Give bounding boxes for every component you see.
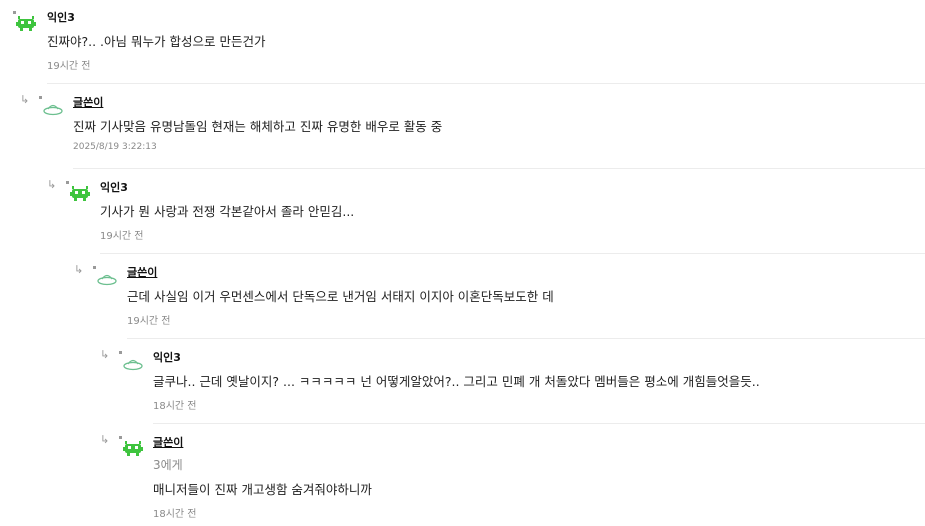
reply-arrow-icon: ↳	[47, 178, 57, 191]
comment-divider	[73, 168, 925, 169]
comment-nickname[interactable]: 익인3	[100, 179, 128, 195]
comment-nickname[interactable]: 익인3	[47, 9, 75, 25]
reply-mention: 3에게	[153, 458, 183, 472]
comment-divider	[100, 253, 925, 254]
comment-timestamp: 19시간 전	[100, 231, 144, 242]
green-monster-icon	[123, 441, 143, 456]
marker-dot	[39, 96, 42, 99]
marker-dot	[13, 11, 16, 14]
comment-divider	[47, 83, 925, 84]
green-monster-icon	[16, 16, 36, 31]
ufo-icon	[97, 274, 117, 286]
comment-text: 진짜야?.. .아님 뭐누가 합성으로 만든건가	[47, 34, 266, 49]
comment-reply: ↳ 글쓴이 근데 사실임 이거 우먼센스에서 단독으로 낸거임 서태지 이지아 …	[74, 255, 925, 339]
marker-dot	[66, 181, 69, 184]
reply-arrow-icon: ↳	[74, 263, 84, 276]
marker-dot	[93, 266, 96, 269]
comment-text: 매니저들이 진짜 개고생함 숨겨줘야하니까	[153, 482, 372, 497]
comment-reply: ↳ 글쓴이 진짜 기사맞음 유명남돌임 현재는 해체하고 진짜 유명한 배우로 …	[20, 85, 925, 169]
comment-text: 진짜 기사맞음 유명남돌임 현재는 해체하고 진짜 유명한 배우로 활동 중	[73, 119, 443, 134]
ufo-icon	[43, 104, 63, 116]
comment-timestamp: 18시간 전	[153, 509, 197, 520]
comment-divider	[127, 338, 925, 339]
reply-arrow-icon: ↳	[100, 348, 110, 361]
green-monster-icon	[70, 186, 90, 201]
comment-timestamp: 2025/8/19 3:22:13	[73, 142, 157, 152]
comment-reply: ↳ 익인3 기사가 뭔 사랑과 전쟁 각본같아서 졸라 안믿김... 19시간 …	[47, 170, 925, 254]
marker-dot	[119, 351, 122, 354]
comment-timestamp: 19시간 전	[127, 316, 171, 327]
comment-nickname[interactable]: 글쓴이	[153, 434, 183, 450]
comment-reply: ↳ 익인3 글쿠나.. 근데 옛날이지? ... ㅋㅋㅋㅋㅋ 넌 어떻게알았어?…	[100, 340, 925, 424]
comment-item: 익인3 진짜야?.. .아님 뭐누가 합성으로 만든건가 19시간 전	[10, 0, 925, 84]
marker-dot	[119, 436, 122, 439]
comment-text: 근데 사실임 이거 우먼센스에서 단독으로 낸거임 서태지 이지아 이혼단독보도…	[127, 289, 554, 304]
comment-nickname[interactable]: 글쓴이	[127, 264, 157, 280]
reply-arrow-icon: ↳	[20, 93, 30, 106]
comment-timestamp: 18시간 전	[153, 401, 197, 412]
ufo-icon	[123, 359, 143, 371]
comment-divider	[153, 423, 925, 424]
reply-arrow-icon: ↳	[100, 433, 110, 446]
comment-timestamp: 19시간 전	[47, 61, 91, 72]
comment-nickname[interactable]: 익인3	[153, 349, 181, 365]
comment-reply: ↳ 글쓴이 3에게 매니저들이 진짜 개고생함 숨겨줘야하니까 18시간 전	[100, 425, 925, 526]
comment-nickname[interactable]: 글쓴이	[73, 94, 103, 110]
comment-text: 기사가 뭔 사랑과 전쟁 각본같아서 졸라 안믿김...	[100, 204, 355, 219]
comment-text: 글쿠나.. 근데 옛날이지? ... ㅋㅋㅋㅋㅋ 넌 어떻게알았어?.. 그리고…	[153, 374, 760, 389]
